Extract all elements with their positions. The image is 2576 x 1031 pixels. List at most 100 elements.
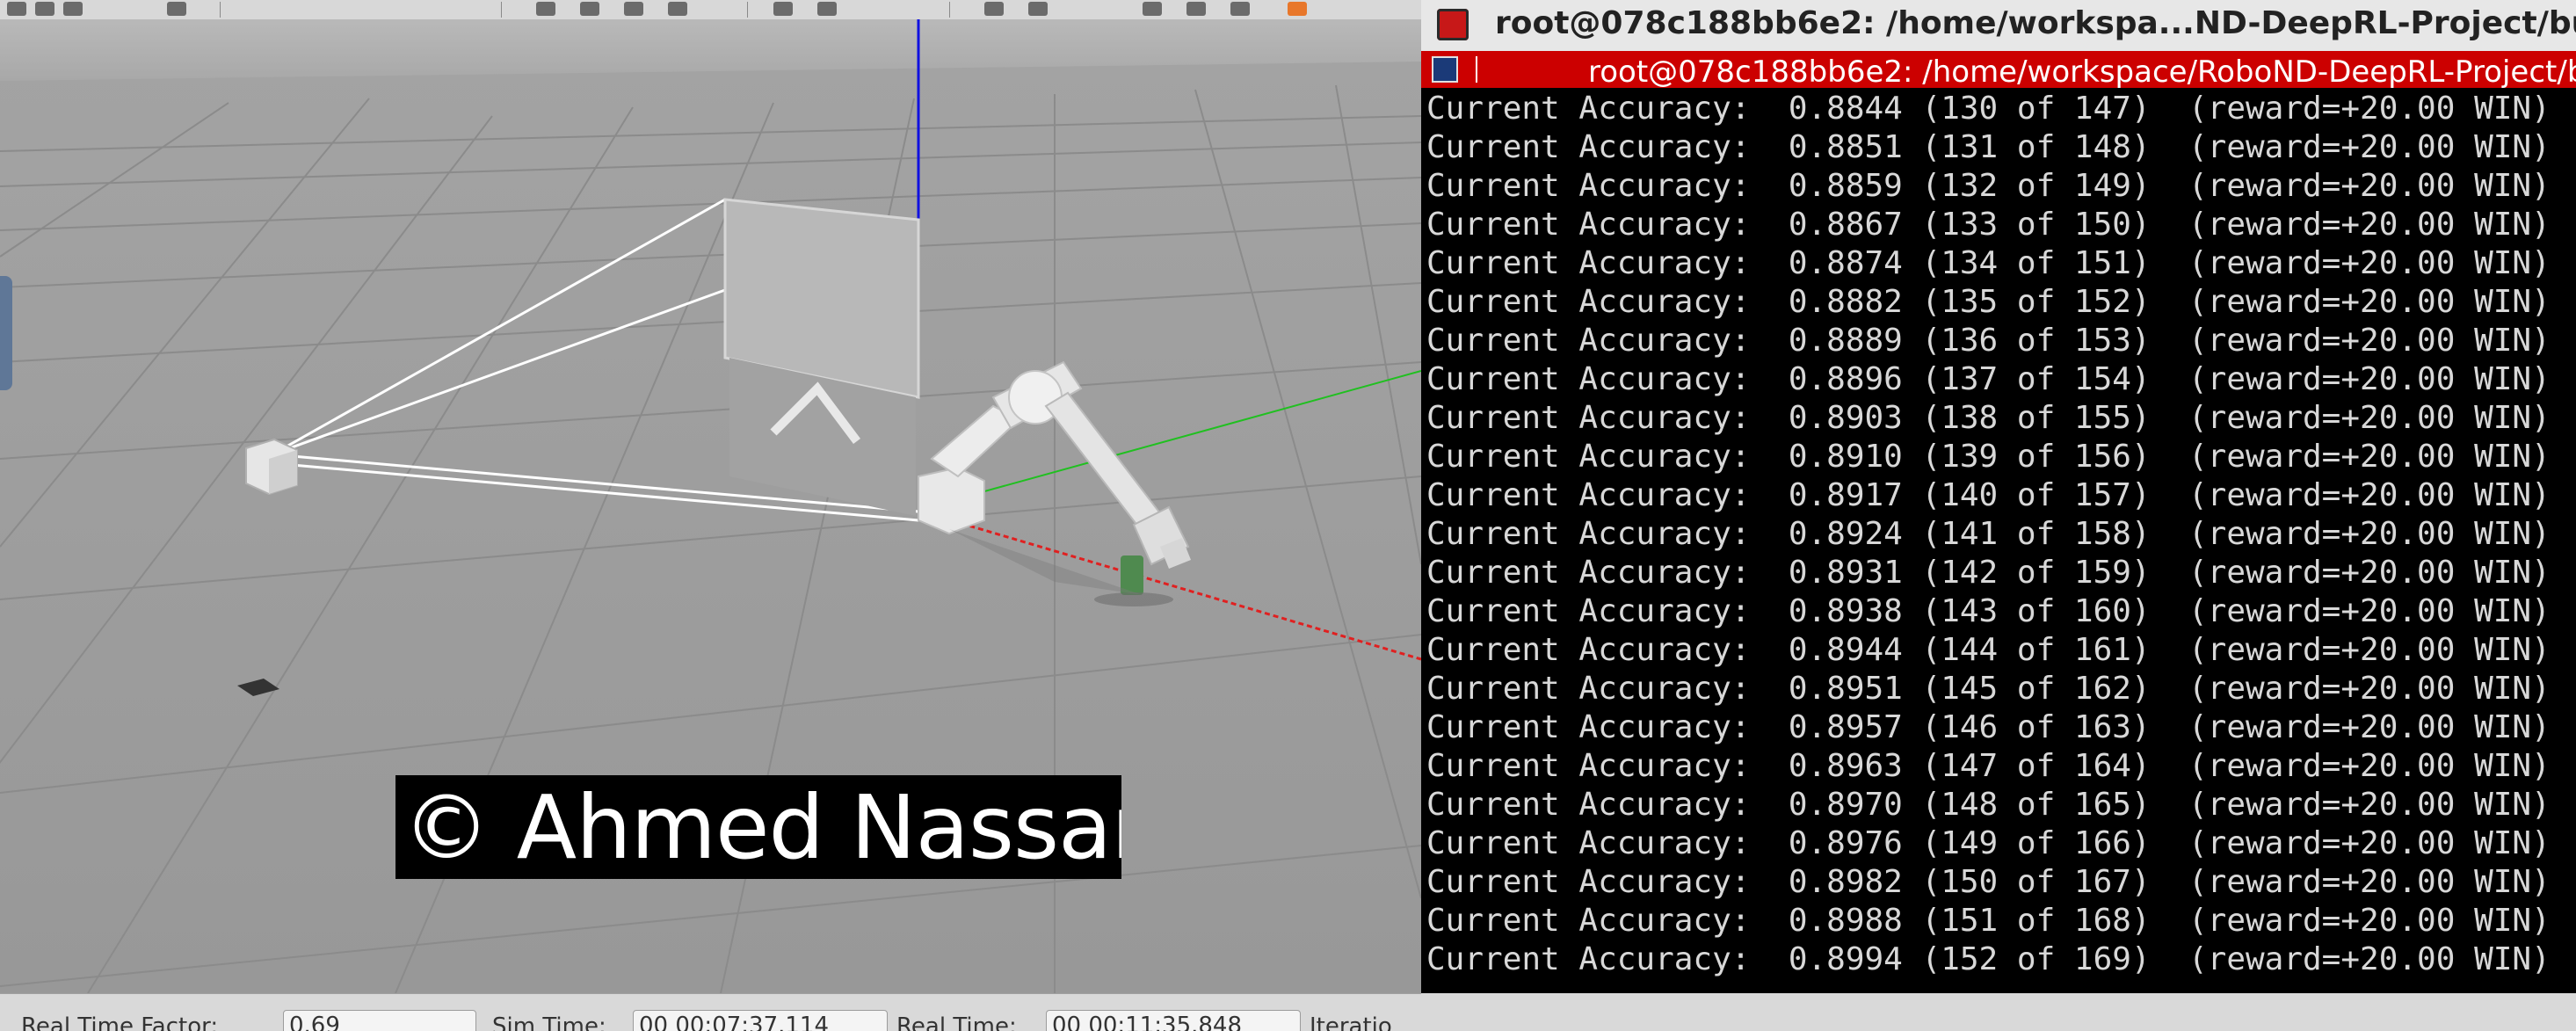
- terminal-line-label: Current Accuracy:: [1426, 632, 1789, 668]
- terminal-line-count: (148 of 165): [1921, 787, 2188, 823]
- terminal-line-count: (130 of 147): [1921, 91, 2188, 127]
- terminal-line-count: (140 of 157): [1921, 477, 2188, 513]
- terminal-line: Current Accuracy: 0.8867 (133 of 150) (r…: [1426, 206, 2576, 244]
- terminal-line-acc: 0.8882: [1788, 284, 1922, 320]
- real-time-field: 00 00:11:35.848: [1046, 1010, 1301, 1031]
- terminal-line-label: Current Accuracy:: [1426, 284, 1789, 320]
- terminal-line: Current Accuracy: 0.8957 (146 of 163) (r…: [1426, 708, 2576, 747]
- terminal-line-label: Current Accuracy:: [1426, 361, 1789, 397]
- translate-icon[interactable]: [35, 2, 54, 16]
- terminal-line-acc: 0.8844: [1788, 91, 1922, 127]
- directional-light-icon[interactable]: [817, 2, 837, 16]
- terminal-line: Current Accuracy: 0.8851 (131 of 148) (r…: [1426, 128, 2576, 167]
- terminal-line: Current Accuracy: 0.8889 (136 of 153) (r…: [1426, 322, 2576, 360]
- terminal-title-bar[interactable]: root@078c188bb6e2: /home/workspa...ND-De…: [1421, 0, 2576, 52]
- terminal-line: Current Accuracy: 0.8896 (137 of 154) (r…: [1426, 360, 2576, 399]
- side-panel-handle[interactable]: [0, 276, 12, 390]
- sim-time-label: Sim Time:: [492, 1013, 606, 1031]
- terminal-status-strip: [1421, 993, 2576, 1031]
- terminal-line-label: Current Accuracy:: [1426, 400, 1789, 436]
- terminal-line: Current Accuracy: 0.8938 (143 of 160) (r…: [1426, 592, 2576, 631]
- terminal-line-acc: 0.8910: [1788, 439, 1922, 475]
- terminal-line-count: (149 of 166): [1921, 825, 2188, 861]
- terminal-line-label: Current Accuracy:: [1426, 748, 1789, 784]
- terminal-line: Current Accuracy: 0.8982 (150 of 167) (r…: [1426, 863, 2576, 902]
- terminal-tab[interactable]: root@078c188bb6e2: /home/workspace/RoboN…: [1421, 51, 2576, 90]
- terminal-line-reward: (reward=+20.00 WIN): [2188, 825, 2551, 861]
- sim-time-field: 00 00:07:37.114: [633, 1010, 888, 1031]
- terminal-line: Current Accuracy: 0.8882 (135 of 152) (r…: [1426, 283, 2576, 322]
- terminal-line-label: Current Accuracy:: [1426, 439, 1789, 475]
- terminal-line-reward: (reward=+20.00 WIN): [2188, 787, 2551, 823]
- terminal-line: Current Accuracy: 0.8931 (142 of 159) (r…: [1426, 554, 2576, 592]
- terminal-line-count: (135 of 152): [1921, 284, 2188, 320]
- paste-icon[interactable]: [1028, 2, 1048, 16]
- terminal-line-count: (142 of 159): [1921, 555, 2188, 591]
- terminal-line-reward: (reward=+20.00 WIN): [2188, 709, 2551, 745]
- box-shape-icon[interactable]: [536, 2, 555, 16]
- terminal-line-reward: (reward=+20.00 WIN): [2188, 439, 2551, 475]
- real-time-factor-field: 0.69: [283, 1010, 476, 1031]
- terminal-line: Current Accuracy: 0.8917 (140 of 157) (r…: [1426, 476, 2576, 515]
- terminal-line-acc: 0.8874: [1788, 245, 1922, 281]
- terminal-line-count: (131 of 148): [1921, 129, 2188, 165]
- terminal-line-label: Current Accuracy:: [1426, 91, 1789, 127]
- terminal-line-reward: (reward=+20.00 WIN): [2188, 555, 2551, 591]
- terminal-line-label: Current Accuracy:: [1426, 323, 1789, 359]
- terminal-line-reward: (reward=+20.00 WIN): [2188, 284, 2551, 320]
- spot-light-icon[interactable]: [773, 2, 793, 16]
- terminal-line-label: Current Accuracy:: [1426, 593, 1789, 629]
- arrow-icon[interactable]: [7, 2, 26, 16]
- terminal-app-icon: [1437, 9, 1469, 40]
- view-angle-icon[interactable]: [1230, 2, 1250, 16]
- watermark: © Ahmed Nassar: [395, 775, 1121, 879]
- terminal-line-acc: 0.8970: [1788, 787, 1922, 823]
- copy-icon[interactable]: [984, 2, 1004, 16]
- terminal-line-count: (136 of 153): [1921, 323, 2188, 359]
- scale-icon[interactable]: [167, 2, 186, 16]
- toolbar-separator: [949, 2, 950, 18]
- point-light-icon[interactable]: [668, 2, 687, 16]
- terminal-line-count: (150 of 167): [1921, 864, 2188, 900]
- terminal-line: Current Accuracy: 0.8994 (152 of 169) (r…: [1426, 940, 2576, 979]
- terminal-line: Current Accuracy: 0.8924 (141 of 158) (r…: [1426, 515, 2576, 554]
- terminal-line-reward: (reward=+20.00 WIN): [2188, 748, 2551, 784]
- sphere-shape-icon[interactable]: [580, 2, 599, 16]
- snap-icon[interactable]: [1186, 2, 1206, 16]
- gazebo-toolbar: [0, 0, 1421, 20]
- terminal-line-acc: 0.8896: [1788, 361, 1922, 397]
- terminal-line-label: Current Accuracy:: [1426, 245, 1789, 281]
- terminal-line-label: Current Accuracy:: [1426, 168, 1789, 204]
- real-time-factor-label: Real Time Factor:: [21, 1013, 219, 1031]
- terminal-line-acc: 0.8944: [1788, 632, 1922, 668]
- terminal-line-label: Current Accuracy:: [1426, 709, 1789, 745]
- terminal-line: Current Accuracy: 0.8859 (132 of 149) (r…: [1426, 167, 2576, 206]
- terminal-line: Current Accuracy: 0.8944 (144 of 161) (r…: [1426, 631, 2576, 670]
- terminal-line: Current Accuracy: 0.8970 (148 of 165) (r…: [1426, 786, 2576, 824]
- new-tab-icon[interactable]: [1432, 56, 1458, 83]
- terminal-line-acc: 0.8951: [1788, 671, 1922, 707]
- cylinder-shape-icon[interactable]: [624, 2, 643, 16]
- terminal-line-label: Current Accuracy:: [1426, 555, 1789, 591]
- terminal-line-reward: (reward=+20.00 WIN): [2188, 245, 2551, 281]
- terminal-line-reward: (reward=+20.00 WIN): [2188, 361, 2551, 397]
- terminal-line: Current Accuracy: 0.8874 (134 of 151) (r…: [1426, 244, 2576, 283]
- screenshot-icon[interactable]: [1288, 2, 1307, 16]
- terminal-line-acc: 0.8976: [1788, 825, 1922, 861]
- terminal-line-acc: 0.8994: [1788, 941, 1922, 977]
- terminal-line-label: Current Accuracy:: [1426, 671, 1789, 707]
- terminal-line-acc: 0.8924: [1788, 516, 1922, 552]
- terminal-output[interactable]: Current Accuracy: 0.8844 (130 of 147) (r…: [1426, 90, 2576, 979]
- terminal-line-acc: 0.8931: [1788, 555, 1922, 591]
- terminal-line-reward: (reward=+20.00 WIN): [2188, 516, 2551, 552]
- rotate-icon[interactable]: [63, 2, 83, 16]
- terminal-line-label: Current Accuracy:: [1426, 787, 1789, 823]
- align-icon[interactable]: [1143, 2, 1162, 16]
- toolbar-separator: [220, 2, 221, 18]
- terminal-window-title: root@078c188bb6e2: /home/workspa...ND-De…: [1495, 5, 2576, 41]
- terminal-line-label: Current Accuracy:: [1426, 207, 1789, 243]
- terminal-line-acc: 0.8957: [1788, 709, 1922, 745]
- tab-divider: [1476, 56, 1477, 83]
- terminal-line-label: Current Accuracy:: [1426, 903, 1789, 939]
- toolbar-separator: [747, 2, 748, 18]
